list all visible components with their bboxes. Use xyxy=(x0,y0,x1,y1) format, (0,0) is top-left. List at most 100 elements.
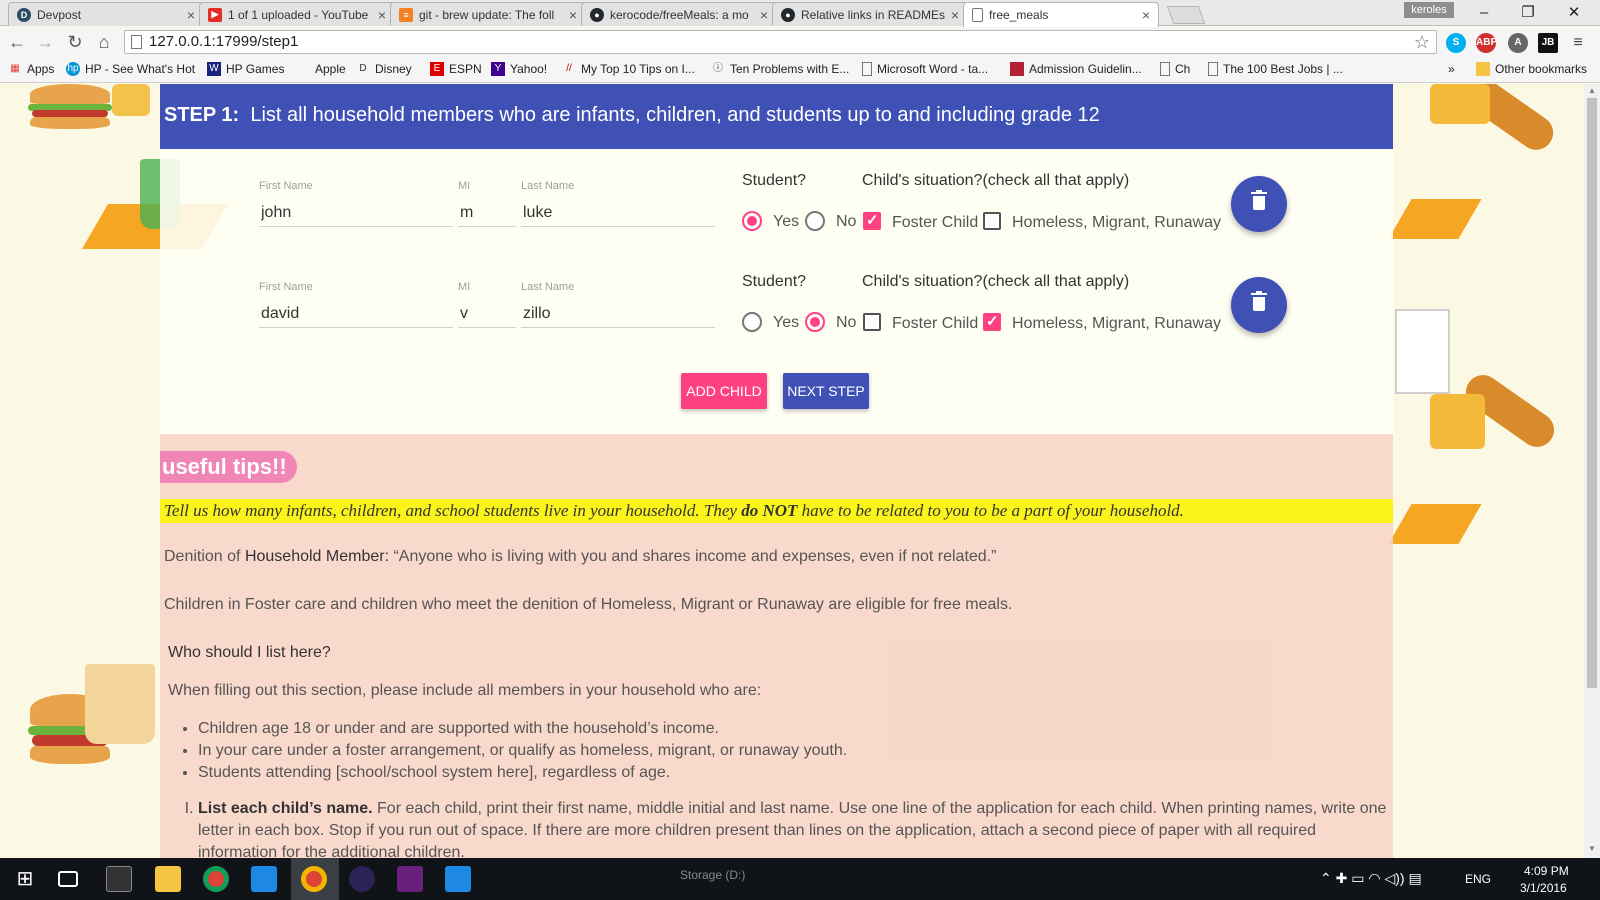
bookmark-best-jobs[interactable]: The 100 Best Jobs | ... xyxy=(1208,62,1343,76)
student-question: Student? xyxy=(742,273,807,290)
clock-time[interactable]: 4:09 PM xyxy=(1524,864,1569,878)
bookmark-star-icon[interactable]: ☆ xyxy=(1414,31,1430,53)
page-scrollbar[interactable]: ▲ ▼ xyxy=(1584,84,1600,858)
student-yes-radio[interactable] xyxy=(742,312,762,332)
terminal-icon[interactable] xyxy=(106,866,132,892)
mi-input[interactable] xyxy=(458,300,516,328)
scroll-thumb[interactable] xyxy=(1587,98,1597,688)
task-view-icon[interactable] xyxy=(58,871,78,887)
file-explorer-icon[interactable] xyxy=(155,866,181,892)
other-bookmarks[interactable]: Other bookmarks xyxy=(1476,62,1587,76)
extension-icon[interactable]: A xyxy=(1508,33,1528,53)
close-icon[interactable]: × xyxy=(187,7,195,23)
delete-child-button[interactable] xyxy=(1231,176,1287,232)
close-window-icon[interactable]: ✕ xyxy=(1552,3,1596,23)
windows-start-icon[interactable]: ⊞ xyxy=(12,866,38,892)
who-list: Children age 18 or under and are support… xyxy=(198,718,847,784)
tab-title: 1 of 1 uploaded - YouTube xyxy=(228,7,369,22)
bookmark-ten-problems[interactable]: ⓘ Ten Problems with E... xyxy=(711,62,849,76)
homeless-checkbox[interactable] xyxy=(983,312,1001,331)
tab-youtube[interactable]: ▶ 1 of 1 uploaded - YouTube × xyxy=(199,2,395,26)
homeless-checkbox[interactable] xyxy=(983,212,1001,230)
who-heading: Who should I list here? xyxy=(168,644,331,661)
tab-free-meals[interactable]: free_meals × xyxy=(963,2,1159,27)
student-no-radio[interactable] xyxy=(805,211,825,231)
close-icon[interactable]: × xyxy=(1142,7,1150,23)
chrome-icon[interactable] xyxy=(203,866,229,892)
last-name-input[interactable] xyxy=(521,199,715,227)
student-no-radio[interactable] xyxy=(805,312,825,332)
foster-child-checkbox[interactable] xyxy=(863,313,881,331)
back-icon[interactable]: ← xyxy=(6,32,28,53)
bookmark-apps[interactable]: ▦ Apps xyxy=(8,62,54,76)
delete-child-button[interactable] xyxy=(1231,277,1287,333)
fries-decoration xyxy=(112,84,150,116)
first-name-input[interactable] xyxy=(259,199,453,227)
bookmarks-overflow[interactable]: » xyxy=(1448,62,1455,76)
reload-icon[interactable]: ↻ xyxy=(64,32,86,53)
highlight-text: have to be related to you to be a part o… xyxy=(797,501,1184,520)
jetbrains-icon[interactable]: JB xyxy=(1538,33,1558,53)
scroll-down-icon[interactable]: ▼ xyxy=(1588,844,1596,853)
bookmark-ch[interactable]: Ch xyxy=(1160,62,1190,76)
media-player-icon[interactable] xyxy=(251,866,277,892)
forward-icon[interactable]: → xyxy=(34,32,56,53)
skype-icon[interactable]: S xyxy=(1446,33,1466,53)
bookmark-espn[interactable]: E ESPN xyxy=(430,62,482,76)
tray-icons[interactable]: ⌃ ✚ ▭ ◠ ◁)) ▤ xyxy=(1320,870,1422,887)
home-icon[interactable]: ⌂ xyxy=(93,32,115,53)
bookmark-admission[interactable]: Admission Guidelin... xyxy=(1010,62,1142,76)
bookmark-top-tips[interactable]: // My Top 10 Tips on I... xyxy=(562,62,695,76)
brackets-icon[interactable] xyxy=(445,866,471,892)
mi-input[interactable] xyxy=(458,199,516,227)
eclipse-icon[interactable] xyxy=(349,866,375,892)
add-child-button[interactable]: ADD CHILD xyxy=(681,373,767,409)
youtube-icon: ▶ xyxy=(208,7,222,22)
address-bar[interactable]: 127.0.0.1:17999/step1 ☆ xyxy=(124,30,1437,54)
tab-title: Relative links in READMEs xyxy=(801,7,945,22)
bread-decoration xyxy=(1459,368,1561,454)
first-name-input[interactable] xyxy=(259,300,453,328)
tab-github-relative-links[interactable]: ● Relative links in READMEs × xyxy=(772,2,968,26)
page-icon xyxy=(1208,62,1218,76)
bookmark-yahoo[interactable]: Y Yahoo! xyxy=(491,62,547,76)
foster-child-checkbox[interactable] xyxy=(863,211,881,230)
close-icon[interactable]: × xyxy=(569,7,577,23)
close-icon[interactable]: × xyxy=(951,7,959,23)
menu-icon[interactable]: ≡ xyxy=(1568,33,1588,53)
bookmark-hp-hot[interactable]: hp HP - See What's Hot xyxy=(66,62,195,76)
yahoo-icon: Y xyxy=(491,62,505,76)
bookmark-apple[interactable]: Apple xyxy=(296,62,346,76)
student-question: Student? xyxy=(742,172,807,189)
url-text: 127.0.0.1:17999/step1 xyxy=(149,33,299,50)
restore-icon[interactable]: ❐ xyxy=(1506,3,1550,23)
new-tab-button[interactable] xyxy=(1166,6,1206,24)
bookmark-label: The 100 Best Jobs | ... xyxy=(1223,62,1343,76)
bookmark-site-icon: // xyxy=(566,63,572,74)
milk-carton-decoration xyxy=(1395,309,1450,394)
clock-date[interactable]: 3/1/2016 xyxy=(1520,881,1567,895)
first-name-label: First Name xyxy=(259,281,313,293)
minimize-icon[interactable]: – xyxy=(1462,3,1506,23)
next-step-button[interactable]: NEXT STEP xyxy=(783,373,869,409)
bookmark-hp-games[interactable]: W HP Games xyxy=(207,62,284,76)
visual-studio-icon[interactable] xyxy=(397,866,423,892)
bookmark-disney[interactable]: D Disney xyxy=(356,62,411,76)
language-indicator[interactable]: ENG xyxy=(1465,872,1491,886)
close-icon[interactable]: × xyxy=(760,7,768,23)
folder-icon xyxy=(1476,62,1490,76)
student-yes-radio[interactable] xyxy=(742,211,762,231)
tab-github-freemeals[interactable]: ● kerocode/freeMeals: a mo × xyxy=(581,2,777,26)
close-icon[interactable]: × xyxy=(378,7,386,23)
profile-badge[interactable]: keroles xyxy=(1404,2,1454,18)
bookmark-word[interactable]: Microsoft Word - ta... xyxy=(862,62,988,76)
scroll-up-icon[interactable]: ▲ xyxy=(1588,86,1596,95)
tab-title: git - brew update: The foll xyxy=(419,7,555,22)
last-name-input[interactable] xyxy=(521,300,715,328)
adblock-icon[interactable]: ABP xyxy=(1476,33,1497,53)
chrome-icon[interactable] xyxy=(301,866,327,892)
apps-grid-icon: ▦ xyxy=(10,63,20,74)
page-icon xyxy=(972,8,983,22)
tab-devpost[interactable]: D Devpost × xyxy=(8,2,204,26)
tab-stackoverflow[interactable]: ≡ git - brew update: The foll × xyxy=(390,2,586,26)
